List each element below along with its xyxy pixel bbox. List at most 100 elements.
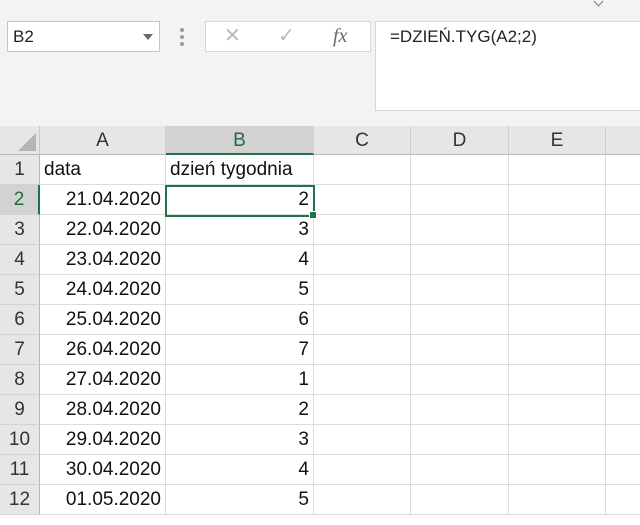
cell-b5[interactable]: 5 — [166, 275, 314, 305]
cell-a4[interactable]: 23.04.2020 — [40, 245, 166, 275]
cell-e4[interactable] — [509, 245, 606, 275]
cell-f3[interactable] — [606, 215, 640, 245]
cell-d8[interactable] — [411, 365, 509, 395]
cell-a7[interactable]: 26.04.2020 — [40, 335, 166, 365]
cell-a12[interactable]: 01.05.2020 — [40, 485, 166, 515]
cell-b3[interactable]: 3 — [166, 215, 314, 245]
cell-f8[interactable] — [606, 365, 640, 395]
cell-b4[interactable]: 4 — [166, 245, 314, 275]
cell-f6[interactable] — [606, 305, 640, 335]
column-header-d[interactable]: D — [411, 126, 509, 155]
row-header-5[interactable]: 5 — [0, 275, 40, 305]
cell-c4[interactable] — [314, 245, 411, 275]
cancel-icon[interactable]: ✕ — [224, 22, 241, 51]
cell-d2[interactable] — [411, 185, 509, 215]
cell-f10[interactable] — [606, 425, 640, 455]
formula-bar[interactable]: =DZIEŃ.TYG(A2;2) — [375, 21, 640, 111]
cell-e3[interactable] — [509, 215, 606, 245]
cell-c5[interactable] — [314, 275, 411, 305]
cell-e12[interactable] — [509, 485, 606, 515]
cell-f1[interactable] — [606, 155, 640, 185]
column-header-e[interactable]: E — [509, 126, 606, 155]
cell-f4[interactable] — [606, 245, 640, 275]
cell-c10[interactable] — [314, 425, 411, 455]
cell-c3[interactable] — [314, 215, 411, 245]
row-header-12[interactable]: 12 — [0, 485, 40, 515]
cell-e2[interactable] — [509, 185, 606, 215]
ribbon-expand-chevron-icon[interactable] — [593, 0, 604, 7]
cell-e7[interactable] — [509, 335, 606, 365]
cell-a8[interactable]: 27.04.2020 — [40, 365, 166, 395]
row-header-7[interactable]: 7 — [0, 335, 40, 365]
cell-c11[interactable] — [314, 455, 411, 485]
cell-e11[interactable] — [509, 455, 606, 485]
cell-a6[interactable]: 25.04.2020 — [40, 305, 166, 335]
cell-f2[interactable] — [606, 185, 640, 215]
cell-c12[interactable] — [314, 485, 411, 515]
cell-c1[interactable] — [314, 155, 411, 185]
cell-f9[interactable] — [606, 395, 640, 425]
cell-e10[interactable] — [509, 425, 606, 455]
row-header-4[interactable]: 4 — [0, 245, 40, 275]
cell-d3[interactable] — [411, 215, 509, 245]
ribbon-edge — [0, 0, 640, 7]
row-header-8[interactable]: 8 — [0, 365, 40, 395]
column-header-c[interactable]: C — [314, 126, 411, 155]
row-header-1[interactable]: 1 — [0, 155, 40, 185]
cell-f11[interactable] — [606, 455, 640, 485]
cell-e5[interactable] — [509, 275, 606, 305]
cell-c6[interactable] — [314, 305, 411, 335]
cell-a3[interactable]: 22.04.2020 — [40, 215, 166, 245]
cell-b12[interactable]: 5 — [166, 485, 314, 515]
row-header-9[interactable]: 9 — [0, 395, 40, 425]
cell-a5[interactable]: 24.04.2020 — [40, 275, 166, 305]
column-header-a[interactable]: A — [40, 126, 166, 155]
cell-d1[interactable] — [411, 155, 509, 185]
cell-d5[interactable] — [411, 275, 509, 305]
function-icon[interactable]: fx — [333, 22, 347, 51]
cell-a11[interactable]: 30.04.2020 — [40, 455, 166, 485]
row-header-2[interactable]: 2 — [0, 185, 40, 215]
cell-d12[interactable] — [411, 485, 509, 515]
cell-b6[interactable]: 6 — [166, 305, 314, 335]
column-header-overflow[interactable] — [606, 126, 640, 155]
cell-e9[interactable] — [509, 395, 606, 425]
row-header-10[interactable]: 10 — [0, 425, 40, 455]
column-header-b[interactable]: B — [166, 126, 314, 155]
cell-c7[interactable] — [314, 335, 411, 365]
cell-d9[interactable] — [411, 395, 509, 425]
cell-d10[interactable] — [411, 425, 509, 455]
enter-icon[interactable]: ✓ — [278, 22, 295, 51]
cell-e8[interactable] — [509, 365, 606, 395]
cell-b10[interactable]: 3 — [166, 425, 314, 455]
cell-b1[interactable]: dzień tygodnia — [166, 155, 314, 185]
row-header-11[interactable]: 11 — [0, 455, 40, 485]
cell-b9[interactable]: 2 — [166, 395, 314, 425]
select-all-corner[interactable] — [0, 126, 40, 155]
name-box[interactable]: B2 — [7, 21, 160, 52]
dropdown-icon[interactable] — [143, 34, 153, 40]
grip-dots-icon[interactable] — [180, 28, 184, 46]
cell-c9[interactable] — [314, 395, 411, 425]
cell-f12[interactable] — [606, 485, 640, 515]
cell-a10[interactable]: 29.04.2020 — [40, 425, 166, 455]
cell-d4[interactable] — [411, 245, 509, 275]
cell-f5[interactable] — [606, 275, 640, 305]
row-header-6[interactable]: 6 — [0, 305, 40, 335]
cell-d11[interactable] — [411, 455, 509, 485]
cell-b2[interactable]: 2 — [166, 185, 314, 215]
cell-f7[interactable] — [606, 335, 640, 365]
cell-b8[interactable]: 1 — [166, 365, 314, 395]
cell-e1[interactable] — [509, 155, 606, 185]
cell-e6[interactable] — [509, 305, 606, 335]
cell-b11[interactable]: 4 — [166, 455, 314, 485]
cell-b7[interactable]: 7 — [166, 335, 314, 365]
cell-d7[interactable] — [411, 335, 509, 365]
cell-d6[interactable] — [411, 305, 509, 335]
cell-a9[interactable]: 28.04.2020 — [40, 395, 166, 425]
cell-a1[interactable]: data — [40, 155, 166, 185]
cell-c8[interactable] — [314, 365, 411, 395]
cell-a2[interactable]: 21.04.2020 — [40, 185, 166, 215]
cell-c2[interactable] — [314, 185, 411, 215]
row-header-3[interactable]: 3 — [0, 215, 40, 245]
